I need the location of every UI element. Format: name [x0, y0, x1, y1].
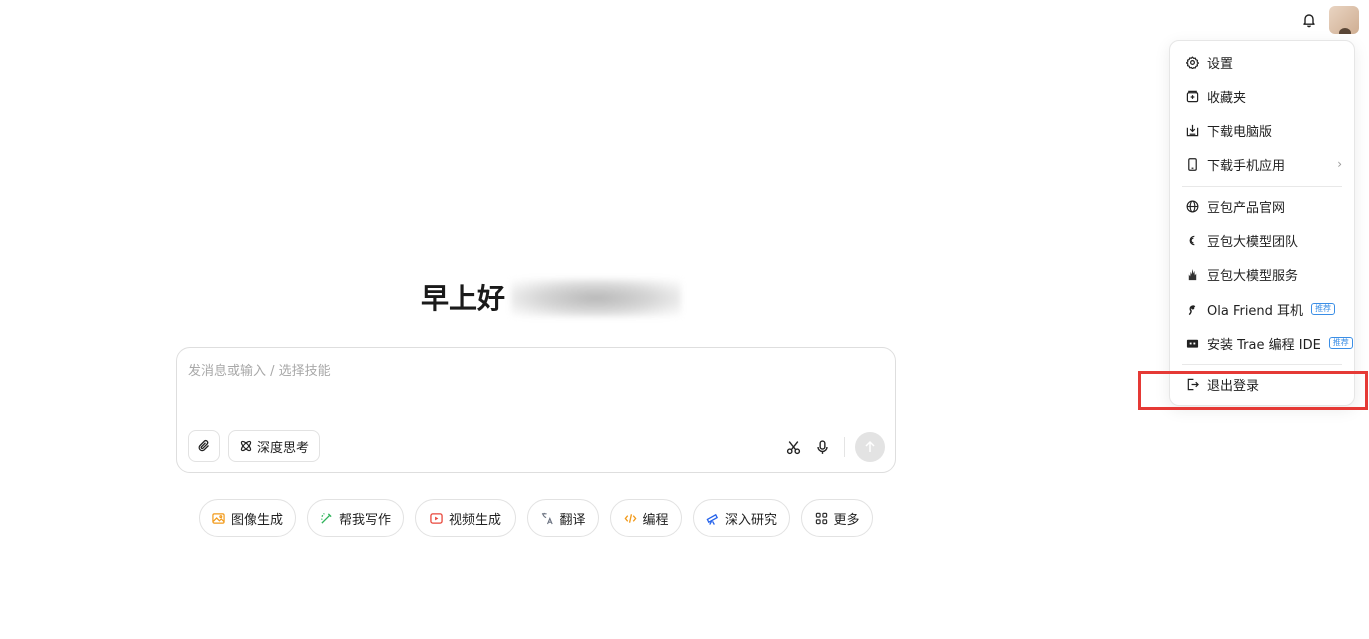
attach-button[interactable] — [188, 430, 220, 462]
menu-divider — [1182, 364, 1342, 365]
telescope-icon — [706, 511, 720, 525]
code-icon — [623, 511, 637, 525]
earphone-icon — [1185, 302, 1199, 316]
bell-icon[interactable] — [1299, 10, 1319, 30]
grid-icon — [814, 511, 828, 525]
menu-item-label: 下载手机应用 — [1207, 158, 1286, 174]
chip-label: 更多 — [833, 512, 860, 528]
skill-more[interactable]: 更多 — [801, 499, 873, 537]
chip-label: 翻译 — [559, 512, 586, 528]
message-input[interactable] — [188, 360, 878, 382]
paperclip-icon — [198, 439, 209, 452]
menu-item-logout[interactable]: 退出登录 — [1170, 368, 1354, 400]
menu-item-label: 退出登录 — [1207, 378, 1260, 394]
skill-writing[interactable]: 帮我写作 — [307, 499, 404, 537]
menu-item-favorites[interactable]: 收藏夹 — [1170, 80, 1354, 112]
deep-think-button[interactable]: 深度思考 — [228, 430, 320, 462]
chip-label: 深入研究 — [724, 512, 777, 528]
menu-item-model-team[interactable]: 豆包大模型团队 — [1170, 224, 1354, 256]
globe-icon — [1185, 199, 1199, 213]
chip-label: 帮我写作 — [338, 512, 391, 528]
menu-item-label: 下载电脑版 — [1207, 124, 1273, 140]
send-button[interactable] — [855, 432, 885, 462]
chevron-right-icon: › — [1337, 157, 1342, 171]
message-composer: 深度思考 — [176, 347, 896, 473]
menu-item-label: 设置 — [1207, 56, 1234, 72]
avatar[interactable] — [1329, 6, 1359, 34]
blurred-username — [511, 279, 681, 317]
microphone-button[interactable] — [812, 436, 832, 458]
menu-item-official-site[interactable]: 豆包产品官网 — [1170, 190, 1354, 222]
arrow-up-icon — [865, 440, 875, 452]
video-icon — [430, 511, 444, 525]
deep-think-label: 深度思考 — [256, 440, 309, 456]
image-gen-icon — [212, 511, 226, 525]
menu-item-label: 豆包大模型服务 — [1207, 268, 1299, 284]
menu-item-label: Ola Friend 耳机 — [1207, 303, 1304, 319]
menu-item-download-desktop[interactable]: 下载电脑版 — [1170, 114, 1354, 146]
menu-item-settings[interactable]: 设置 — [1170, 46, 1354, 78]
scissors-button[interactable] — [783, 436, 803, 458]
logout-icon — [1185, 377, 1199, 391]
chip-label: 编程 — [642, 512, 669, 528]
atom-icon — [240, 440, 252, 452]
user-menu: 设置 收藏夹 下载电脑版 下载手机应用 › 豆包产品官网 豆包大模型团队 豆包大… — [1169, 40, 1355, 406]
chip-label: 视频生成 — [448, 512, 501, 528]
phone-icon — [1185, 157, 1199, 171]
scissors-icon — [786, 440, 800, 454]
bookmark-icon — [1185, 89, 1199, 103]
recommend-badge: 推荐 — [1311, 303, 1336, 315]
menu-item-label: 豆包大模型团队 — [1207, 234, 1299, 250]
pen-icon — [320, 511, 334, 525]
menu-item-model-service[interactable]: 豆包大模型服务 — [1170, 258, 1354, 290]
trae-icon — [1185, 336, 1199, 350]
recommend-badge: 推荐 — [1328, 337, 1353, 349]
service-icon — [1185, 267, 1199, 281]
menu-item-label: 安装 Trae 编程 IDE — [1207, 337, 1321, 353]
menu-item-ola-friend[interactable]: Ola Friend 耳机 推荐 — [1170, 293, 1354, 325]
menu-item-label: 豆包产品官网 — [1207, 200, 1286, 216]
translate-icon — [540, 511, 554, 525]
menu-item-label: 收藏夹 — [1207, 90, 1247, 106]
skill-coding[interactable]: 编程 — [610, 499, 682, 537]
menu-item-trae-ide[interactable]: 安装 Trae 编程 IDE 推荐 — [1170, 327, 1354, 359]
skill-deep-research[interactable]: 深入研究 — [693, 499, 790, 537]
skill-video-generation[interactable]: 视频生成 — [415, 499, 516, 537]
gear-icon — [1185, 55, 1199, 69]
skill-image-generation[interactable]: 图像生成 — [199, 499, 296, 537]
menu-item-download-mobile[interactable]: 下载手机应用 › — [1170, 148, 1354, 180]
team-icon — [1185, 233, 1199, 247]
skill-translate[interactable]: 翻译 — [527, 499, 599, 537]
menu-divider — [1182, 186, 1342, 187]
microphone-icon — [816, 439, 828, 454]
composer-divider — [844, 437, 845, 457]
chip-label: 图像生成 — [230, 512, 283, 528]
download-desktop-icon — [1185, 123, 1199, 137]
greeting-title: 早上好 — [421, 282, 506, 315]
